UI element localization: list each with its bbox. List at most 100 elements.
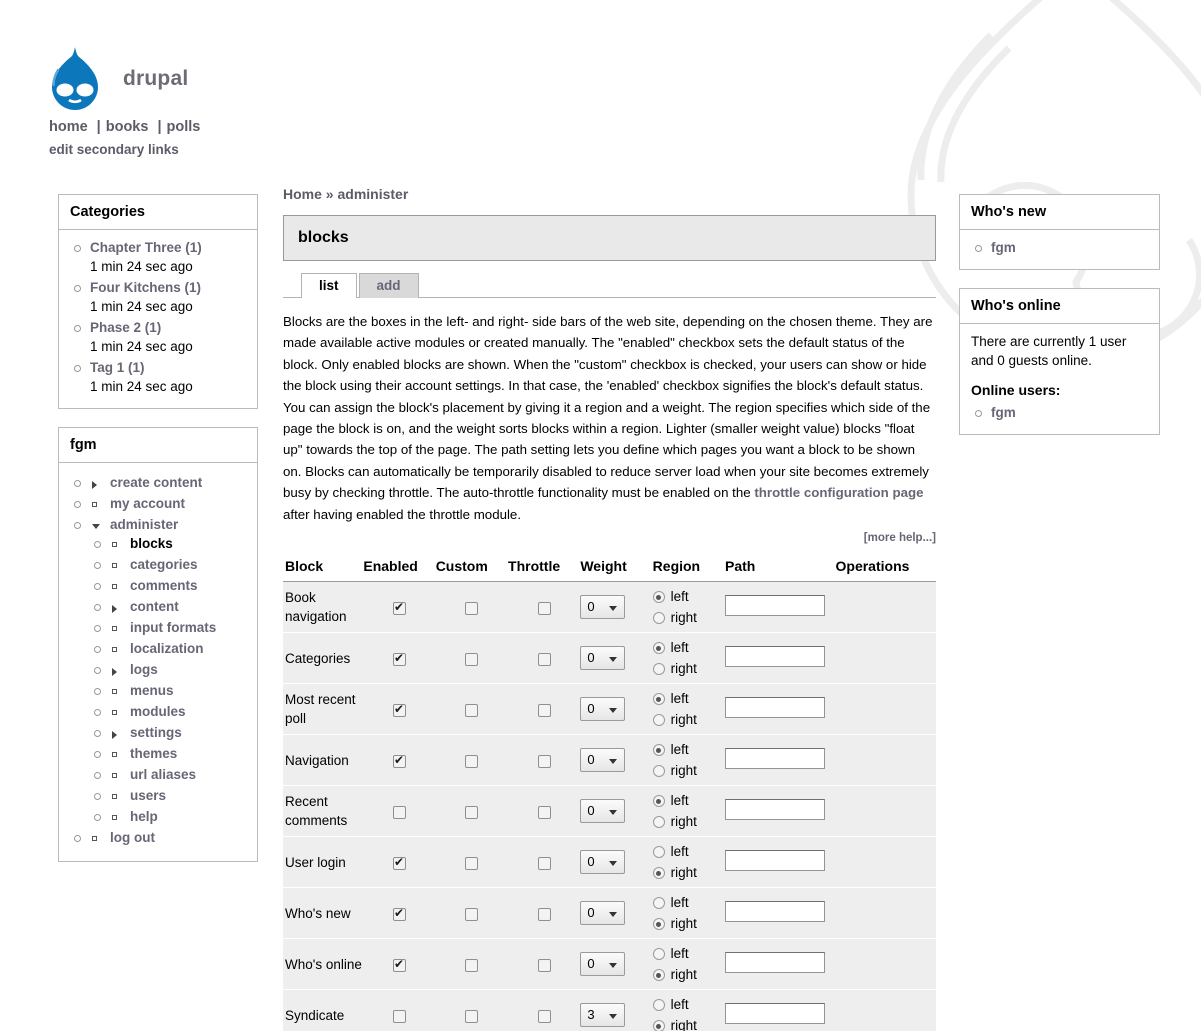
weight-select[interactable]: 0 bbox=[580, 595, 626, 620]
menu-item-categories[interactable]: categories bbox=[93, 555, 247, 574]
primary-link-home[interactable]: home bbox=[49, 119, 88, 135]
menu-item-create-content[interactable]: create content bbox=[73, 473, 247, 492]
checkbox-custom[interactable] bbox=[465, 958, 479, 972]
radio-left[interactable] bbox=[652, 744, 665, 757]
checkbox-throttle[interactable] bbox=[537, 856, 551, 870]
weight-select[interactable]: 3 bbox=[580, 1003, 626, 1028]
checkbox-throttle[interactable] bbox=[537, 805, 551, 819]
radio-right[interactable] bbox=[652, 867, 665, 880]
menu-item-users[interactable]: users bbox=[93, 786, 247, 805]
category-link[interactable]: Tag 1 (1) bbox=[90, 360, 145, 375]
radio-left[interactable] bbox=[652, 846, 665, 859]
checkbox-enabled[interactable] bbox=[393, 651, 407, 666]
radio-left[interactable] bbox=[652, 999, 665, 1012]
menu-link-label[interactable]: log out bbox=[110, 830, 155, 845]
user-link[interactable]: fgm bbox=[991, 240, 1016, 255]
menu-item-comments[interactable]: comments bbox=[93, 576, 247, 595]
menu-link-label[interactable]: themes bbox=[130, 746, 177, 761]
region-option-right[interactable]: right bbox=[652, 658, 725, 679]
more-help-link[interactable]: [more help...] bbox=[864, 532, 936, 544]
path-input[interactable] bbox=[725, 1003, 825, 1025]
menu-link-label[interactable]: comments bbox=[130, 578, 198, 593]
radio-right[interactable] bbox=[652, 816, 665, 829]
region-option-left[interactable]: left bbox=[652, 841, 725, 862]
weight-select[interactable]: 0 bbox=[580, 646, 626, 671]
path-input[interactable] bbox=[725, 748, 825, 770]
path-input[interactable] bbox=[725, 646, 825, 668]
edit-secondary-links-link[interactable]: edit secondary links bbox=[49, 142, 179, 157]
path-input[interactable] bbox=[725, 799, 825, 821]
menu-link-label[interactable]: menus bbox=[130, 683, 174, 698]
weight-select[interactable]: 0 bbox=[580, 799, 626, 824]
weight-select[interactable]: 0 bbox=[580, 850, 626, 875]
path-input[interactable] bbox=[725, 697, 825, 719]
breadcrumb-current[interactable]: administer bbox=[337, 186, 408, 202]
menu-link-label[interactable]: users bbox=[130, 788, 166, 803]
region-option-left[interactable]: left bbox=[652, 943, 725, 964]
menu-item-menus[interactable]: menus bbox=[93, 681, 247, 700]
checkbox-custom[interactable] bbox=[465, 703, 479, 717]
region-option-right[interactable]: right bbox=[652, 811, 725, 832]
radio-left[interactable] bbox=[652, 591, 665, 604]
checkbox-enabled[interactable] bbox=[393, 753, 407, 768]
region-option-left[interactable]: left bbox=[652, 790, 725, 811]
checkbox-throttle[interactable] bbox=[537, 652, 551, 666]
radio-left[interactable] bbox=[652, 948, 665, 961]
region-option-right[interactable]: right bbox=[652, 964, 725, 985]
menu-item-logs[interactable]: logs bbox=[93, 660, 247, 679]
menu-link-label[interactable]: categories bbox=[130, 557, 198, 572]
menu-link-label[interactable]: administer bbox=[110, 517, 178, 532]
checkbox-custom[interactable] bbox=[465, 1009, 479, 1023]
checkbox-enabled[interactable] bbox=[393, 906, 407, 921]
region-option-left[interactable]: left bbox=[652, 739, 725, 760]
region-option-left[interactable]: left bbox=[652, 994, 725, 1015]
menu-item-my-account[interactable]: my account bbox=[73, 494, 247, 513]
radio-right[interactable] bbox=[652, 663, 665, 676]
menu-item-url-aliases[interactable]: url aliases bbox=[93, 765, 247, 784]
checkbox-custom[interactable] bbox=[465, 907, 479, 921]
checkbox-custom[interactable] bbox=[465, 754, 479, 768]
menu-link-label[interactable]: settings bbox=[130, 725, 182, 740]
radio-left[interactable] bbox=[652, 897, 665, 910]
breadcrumb-home[interactable]: Home bbox=[283, 186, 322, 202]
radio-right[interactable] bbox=[652, 714, 665, 727]
tab-list[interactable]: list bbox=[301, 273, 357, 298]
checkbox-throttle[interactable] bbox=[537, 1009, 551, 1023]
region-option-right[interactable]: right bbox=[652, 913, 725, 934]
path-input[interactable] bbox=[725, 901, 825, 923]
primary-link-books[interactable]: books bbox=[106, 119, 149, 135]
category-link[interactable]: Chapter Three (1) bbox=[90, 240, 202, 255]
region-option-right[interactable]: right bbox=[652, 862, 725, 883]
radio-right[interactable] bbox=[652, 765, 665, 778]
menu-item-themes[interactable]: themes bbox=[93, 744, 247, 763]
checkbox-throttle[interactable] bbox=[537, 601, 551, 615]
region-option-left[interactable]: left bbox=[652, 586, 725, 607]
weight-select[interactable]: 0 bbox=[580, 952, 626, 977]
region-option-left[interactable]: left bbox=[652, 688, 725, 709]
site-logo-group[interactable]: drupal bbox=[49, 45, 188, 113]
user-link[interactable]: fgm bbox=[991, 405, 1016, 420]
checkbox-custom[interactable] bbox=[465, 805, 479, 819]
menu-item-help[interactable]: help bbox=[93, 807, 247, 826]
menu-link-label[interactable]: input formats bbox=[130, 620, 216, 635]
menu-link-label[interactable]: my account bbox=[110, 496, 185, 511]
checkbox-enabled[interactable] bbox=[393, 600, 407, 615]
menu-link-label[interactable]: modules bbox=[130, 704, 186, 719]
region-option-right[interactable]: right bbox=[652, 607, 725, 628]
category-link[interactable]: Phase 2 (1) bbox=[90, 320, 161, 335]
menu-item-localization[interactable]: localization bbox=[93, 639, 247, 658]
radio-right[interactable] bbox=[652, 918, 665, 931]
checkbox-throttle[interactable] bbox=[537, 958, 551, 972]
menu-item-settings[interactable]: settings bbox=[93, 723, 247, 742]
radio-right[interactable] bbox=[652, 969, 665, 982]
menu-item-blocks[interactable]: blocks bbox=[93, 534, 247, 553]
region-option-right[interactable]: right bbox=[652, 760, 725, 781]
checkbox-custom[interactable] bbox=[465, 652, 479, 666]
menu-link-label[interactable]: localization bbox=[130, 641, 204, 656]
category-link[interactable]: Four Kitchens (1) bbox=[90, 280, 201, 295]
menu-item-administer[interactable]: administer blocks categories comments co… bbox=[73, 515, 247, 826]
region-option-right[interactable]: right bbox=[652, 1015, 725, 1031]
menu-item-content[interactable]: content bbox=[93, 597, 247, 616]
region-option-left[interactable]: left bbox=[652, 892, 725, 913]
checkbox-enabled[interactable] bbox=[393, 805, 407, 819]
